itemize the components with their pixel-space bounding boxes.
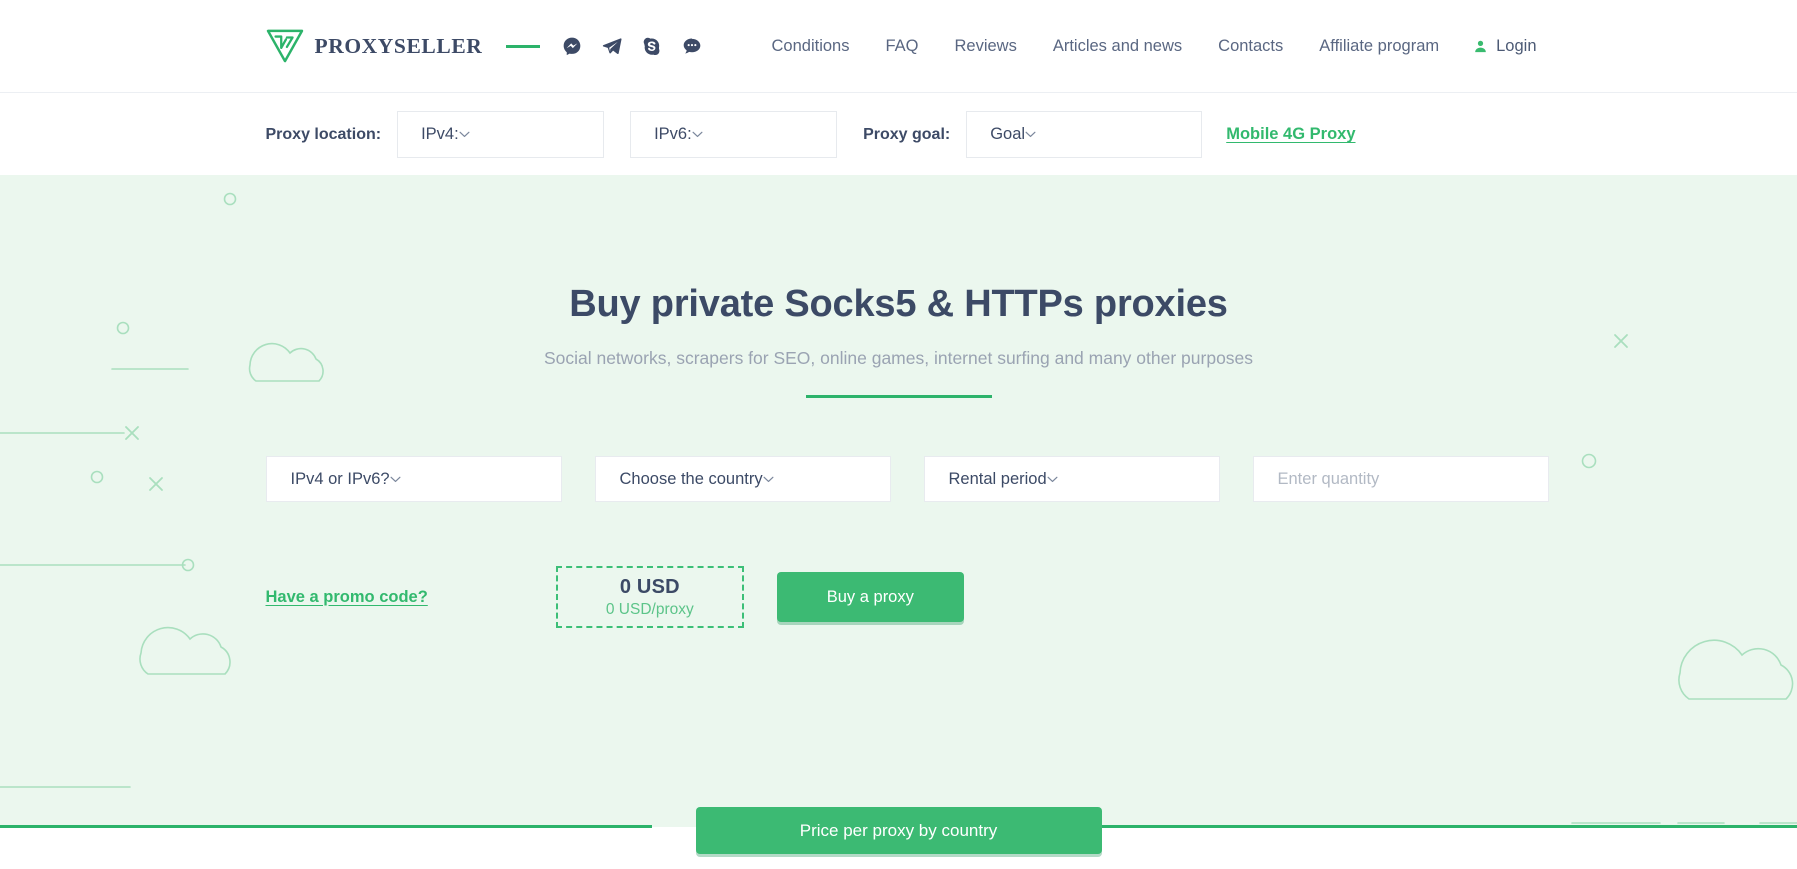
price-per-proxy: 0 USD/proxy [605, 600, 694, 618]
brand-name: PROXYSELLER [314, 33, 483, 58]
login-button[interactable]: Login [1473, 37, 1538, 56]
mobile-4g-proxy-link[interactable]: Mobile 4G Proxy [1226, 125, 1355, 144]
telegram-icon[interactable] [602, 36, 622, 56]
chevron-down-icon [692, 131, 703, 138]
cta-container: Price per proxy by country [0, 807, 1797, 869]
chevron-down-icon [1047, 476, 1058, 483]
hero-section: Buy private Socks5 & HTTPs proxies Socia… [0, 175, 1797, 869]
chevron-down-icon [1025, 131, 1036, 138]
page-title: Buy private Socks5 & HTTPs proxies [569, 283, 1228, 325]
price-summary: 0 USD 0 USD/proxy [555, 566, 744, 628]
country-select[interactable]: Choose the country [594, 456, 891, 502]
ipv4-location-value: IPv4: [421, 125, 459, 143]
proxy-order-form: IPv4 or IPv6? Choose the country Rental … [239, 456, 1559, 502]
proxy-goal-label: Proxy goal: [863, 125, 951, 143]
proxy-goal-select[interactable]: Goal [966, 111, 1203, 158]
proxy-location-label: Proxy location: [265, 125, 382, 143]
header-divider-rule [506, 44, 541, 48]
quantity-field-wrap[interactable]: Enter quantity [1252, 456, 1549, 502]
site-header: PROXYSELLER Conditions FAQ Reviews Artic… [0, 0, 1797, 92]
quantity-input-placeholder: Enter quantity [1277, 469, 1380, 488]
ip-version-select[interactable]: IPv4 or IPv6? [265, 456, 562, 502]
proxyseller-triangle-logo-icon [266, 29, 304, 63]
rental-period-value: Rental period [948, 469, 1047, 488]
nav-item-reviews[interactable]: Reviews [936, 37, 1034, 56]
facebook-messenger-icon[interactable] [562, 36, 582, 56]
proxy-filter-bar: Proxy location: IPv4: IPv6: Proxy goal: … [0, 92, 1797, 175]
ipv6-location-value: IPv6: [654, 125, 692, 143]
hero-content: Buy private Socks5 & HTTPs proxies Socia… [239, 175, 1559, 628]
buy-a-proxy-button[interactable]: Buy a proxy [776, 572, 964, 622]
title-underline [805, 395, 992, 398]
promo-code-link[interactable]: Have a promo code? [266, 588, 428, 607]
purchase-row: Have a promo code? 0 USD 0 USD/proxy Buy… [239, 566, 1559, 628]
login-label: Login [1496, 36, 1537, 55]
chat-icon[interactable] [682, 36, 702, 56]
price-total: 0 USD [619, 575, 680, 598]
price-per-proxy-by-country-button[interactable]: Price per proxy by country [695, 807, 1102, 854]
country-value: Choose the country [619, 469, 763, 488]
nav-item-conditions[interactable]: Conditions [754, 37, 868, 56]
skype-icon[interactable] [642, 36, 662, 56]
proxy-goal-value: Goal [990, 125, 1026, 143]
page-subtitle: Social networks, scrapers for SEO, onlin… [543, 348, 1254, 368]
ipv4-location-select[interactable]: IPv4: [397, 111, 605, 158]
social-links [562, 36, 702, 56]
chevron-down-icon [459, 131, 470, 138]
brand-logo[interactable]: PROXYSELLER [266, 29, 483, 63]
nav-item-contacts[interactable]: Contacts [1200, 37, 1301, 56]
main-navigation: Conditions FAQ Reviews Articles and news… [754, 37, 1539, 56]
chevron-down-icon [763, 476, 774, 483]
nav-item-articles-and-news[interactable]: Articles and news [1035, 37, 1200, 56]
page-root: PROXYSELLER Conditions FAQ Reviews Artic… [0, 0, 1797, 869]
user-icon [1473, 38, 1488, 55]
nav-item-affiliate-program[interactable]: Affiliate program [1301, 37, 1457, 56]
chevron-down-icon [390, 476, 401, 483]
ipv6-location-select[interactable]: IPv6: [630, 111, 838, 158]
rental-period-select[interactable]: Rental period [923, 456, 1220, 502]
ip-version-value: IPv4 or IPv6? [290, 469, 390, 488]
nav-item-faq[interactable]: FAQ [867, 37, 936, 56]
